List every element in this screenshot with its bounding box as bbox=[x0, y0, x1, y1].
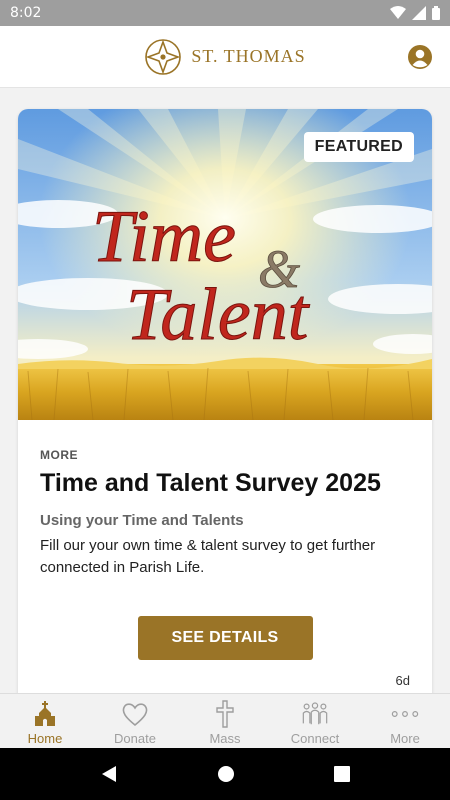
nav-label-home: Home bbox=[27, 731, 63, 746]
see-details-button[interactable]: SEE DETAILS bbox=[137, 616, 313, 660]
system-nav-bar bbox=[0, 748, 450, 800]
card-age: 6d bbox=[395, 673, 410, 688]
user-icon bbox=[408, 45, 432, 69]
bottom-nav: Home Donate Mass Connect More bbox=[0, 693, 450, 748]
nav-label-connect: Connect bbox=[290, 731, 340, 746]
status-icons bbox=[390, 6, 440, 20]
brand-logo[interactable]: ST. THOMAS bbox=[144, 38, 305, 76]
nav-label-donate: Donate bbox=[114, 731, 156, 746]
status-time: 8:02 bbox=[10, 5, 42, 21]
cross-emblem-icon bbox=[145, 38, 182, 75]
ellipsis-icon bbox=[391, 700, 419, 728]
card-title: Time and Talent Survey 2025 bbox=[40, 469, 381, 497]
back-icon[interactable] bbox=[100, 765, 118, 783]
card-category: MORE bbox=[40, 448, 78, 462]
nav-item-connect[interactable]: Connect bbox=[270, 694, 360, 748]
profile-button[interactable] bbox=[407, 44, 433, 70]
nav-item-home[interactable]: Home bbox=[0, 694, 90, 748]
heart-icon bbox=[121, 700, 149, 728]
cross-icon bbox=[211, 700, 239, 728]
nav-item-more[interactable]: More bbox=[360, 694, 450, 748]
featured-badge: FEATURED bbox=[303, 132, 414, 162]
app-header: ST. THOMAS bbox=[0, 26, 450, 88]
people-icon bbox=[301, 700, 329, 728]
card-body: MORE Time and Talent Survey 2025 Using y… bbox=[18, 448, 432, 660]
brand-name: ST. THOMAS bbox=[191, 46, 306, 66]
wifi-icon bbox=[390, 6, 406, 19]
nav-item-donate[interactable]: Donate bbox=[90, 694, 180, 748]
signal-icon bbox=[412, 6, 426, 20]
card-image[interactable]: Time & Talent FEATURED bbox=[18, 109, 432, 420]
feed[interactable]: Time & Talent FEATURED MORE Time and Tal… bbox=[0, 89, 450, 693]
recents-icon[interactable] bbox=[334, 766, 351, 782]
battery-icon bbox=[432, 6, 440, 20]
nav-item-mass[interactable]: Mass bbox=[180, 694, 270, 748]
card-subtitle: Using your Time and Talents bbox=[40, 512, 244, 529]
status-bar: 8:02 bbox=[0, 0, 450, 26]
church-icon bbox=[31, 700, 59, 728]
featured-card[interactable]: Time & Talent FEATURED MORE Time and Tal… bbox=[18, 109, 432, 693]
artwork-talent-text: Talent bbox=[126, 274, 311, 356]
card-description: Fill our your own time & talent survey t… bbox=[40, 537, 376, 576]
artwork-time-text: Time bbox=[92, 196, 236, 278]
nav-label-more: More bbox=[390, 731, 420, 746]
nav-label-mass: Mass bbox=[209, 731, 241, 746]
home-icon[interactable] bbox=[217, 765, 235, 783]
